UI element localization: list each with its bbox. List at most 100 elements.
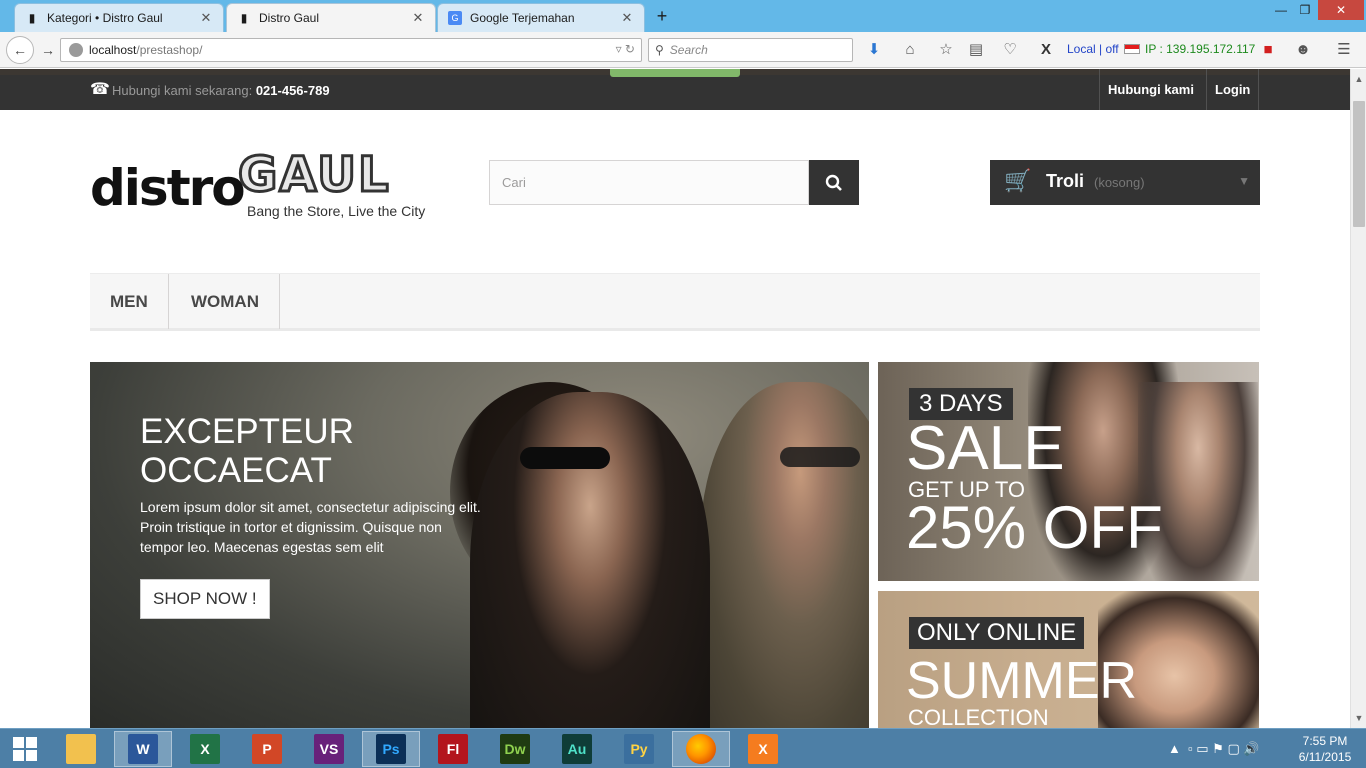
taskbar-file-explorer[interactable] xyxy=(52,731,110,767)
audition-icon: Au xyxy=(562,734,592,764)
google-translate-favicon-icon: G xyxy=(448,11,462,25)
taskbar-excel[interactable]: X xyxy=(176,731,234,767)
scroll-thumb[interactable] xyxy=(1353,101,1365,227)
powerpoint-icon: P xyxy=(252,734,282,764)
reload-icon[interactable]: ▿ ↻ xyxy=(616,42,635,56)
contact-us-link[interactable]: Hubungi kami xyxy=(1099,69,1202,110)
taskbar-visual-studio[interactable]: VS xyxy=(300,731,358,767)
logo-tagline: Bang the Store, Live the City xyxy=(247,203,426,219)
taskbar-audition[interactable]: Au xyxy=(548,731,606,767)
contact-prefix: Hubungi kami sekarang: xyxy=(112,83,253,98)
search-icon: ⚲ xyxy=(655,43,664,57)
web-page: ☎ Hubungi kami sekarang: 021-456-789 Hub… xyxy=(0,69,1350,728)
emoji-addon-icon[interactable]: ☻ xyxy=(1293,40,1313,60)
online-tag: ONLY ONLINE xyxy=(909,617,1085,649)
browser-tab-bar: ▮ Kategori • Distro Gaul ✕ ▮ Distro Gaul… xyxy=(0,0,1366,32)
sale-headline: SALE xyxy=(906,414,1065,483)
pdf-addon-icon[interactable]: ■ xyxy=(1258,40,1278,60)
flash-icon: Fl xyxy=(438,734,468,764)
forward-button[interactable]: → xyxy=(36,38,60,62)
page-scrollbar[interactable]: ▲ ▼ xyxy=(1350,69,1366,728)
ip-address: IP : 139.195.172.117 xyxy=(1145,42,1256,56)
summer-banner[interactable]: ONLY ONLINE SUMMER COLLECTION xyxy=(878,591,1259,728)
tab-label: Kategori • Distro Gaul xyxy=(47,11,163,25)
hero-sunglasses xyxy=(780,447,860,467)
top-banner-button-remnant[interactable] xyxy=(610,69,740,77)
system-tray-icons[interactable]: ▲ ▫ ▭ ⚑ ▢ 🔊 xyxy=(1168,741,1260,757)
search-input[interactable]: Cari xyxy=(489,160,809,205)
tab-label: Google Terjemahan xyxy=(470,11,575,25)
taskbar-flash[interactable]: Fl xyxy=(424,731,482,767)
taskbar-dreamweaver[interactable]: Dw xyxy=(486,731,544,767)
xmarks-icon[interactable]: X xyxy=(1036,40,1056,60)
taskbar-firefox[interactable] xyxy=(672,731,730,767)
summer-sub: COLLECTION xyxy=(908,705,1049,728)
menu-item-woman[interactable]: WOMAN xyxy=(171,274,280,329)
hero-title-line1: EXCEPTEUR xyxy=(140,412,354,451)
bookmark-star-icon[interactable]: ☆ xyxy=(936,40,956,60)
login-link[interactable]: Login xyxy=(1206,69,1260,110)
menu-item-men[interactable]: MEN xyxy=(90,274,169,329)
tab-google-terjemahan[interactable]: G Google Terjemahan ✕ xyxy=(437,3,645,32)
taskbar-photoshop[interactable]: Ps xyxy=(362,731,420,767)
contact-phone: 021-456-789 xyxy=(255,83,330,98)
clock-date: 6/11/2015 xyxy=(1298,750,1352,764)
logo-word-gaul: GAUL xyxy=(237,146,391,205)
start-button[interactable] xyxy=(0,729,50,768)
hero-title: EXCEPTEUR OCCAECAT xyxy=(140,412,354,490)
download-icon[interactable]: ⬇ xyxy=(864,40,884,60)
contact-strip: ☎ Hubungi kami sekarang: 021-456-789 Hub… xyxy=(0,69,1350,110)
site-logo[interactable]: distro GAUL Bang the Store, Live the Cit… xyxy=(90,146,440,229)
tab-kategori[interactable]: ▮ Kategori • Distro Gaul ✕ xyxy=(14,3,224,32)
globe-icon xyxy=(69,43,83,57)
tab-close-icon[interactable]: ✕ xyxy=(411,10,425,26)
browser-search-bar[interactable]: ⚲ Search xyxy=(648,38,853,62)
url-bar[interactable]: localhost/prestashop/ ▿ ↻ xyxy=(60,38,642,62)
folder-icon xyxy=(66,734,96,764)
new-tab-button[interactable]: + xyxy=(650,6,674,28)
hero-model-woman xyxy=(470,392,710,728)
xampp-icon: X xyxy=(748,734,778,764)
chevron-down-icon: ▼ xyxy=(1238,174,1250,188)
back-button[interactable]: ← xyxy=(6,36,34,64)
scroll-up-icon[interactable]: ▲ xyxy=(1351,71,1366,87)
hero-slide[interactable]: EXCEPTEUR OCCAECAT Lorem ipsum dolor sit… xyxy=(90,362,869,728)
logo-word-distro: distro xyxy=(90,159,246,217)
hero-sunglasses xyxy=(520,447,610,469)
bookmarks-list-icon[interactable]: ▤ xyxy=(966,40,986,60)
scroll-down-icon[interactable]: ▼ xyxy=(1351,710,1366,726)
home-icon[interactable]: ⌂ xyxy=(900,40,920,60)
minimize-window-button[interactable]: — xyxy=(1270,0,1292,20)
python-icon: Py xyxy=(624,734,654,764)
cart-block[interactable]: 🛒 Troli (kosong) ▼ xyxy=(990,160,1260,205)
menu-hamburger-icon[interactable]: ☰ xyxy=(1334,40,1354,60)
tab-distro-gaul[interactable]: ▮ Distro Gaul ✕ xyxy=(226,3,436,32)
firefox-icon xyxy=(686,734,716,764)
pocket-icon[interactable]: ♡ xyxy=(1000,40,1020,60)
prestashop-favicon-icon: ▮ xyxy=(240,11,248,25)
word-icon: W xyxy=(128,734,158,764)
taskbar-word[interactable]: W xyxy=(114,731,172,767)
prestashop-favicon-icon: ▮ xyxy=(28,11,36,25)
close-window-button[interactable]: ✕ xyxy=(1318,0,1364,20)
local-status[interactable]: Local | off xyxy=(1067,42,1119,56)
photoshop-icon: Ps xyxy=(376,734,406,764)
indonesia-flag-icon xyxy=(1124,44,1140,54)
search-button[interactable] xyxy=(809,160,859,205)
maximize-window-button[interactable]: ❐ xyxy=(1294,0,1316,20)
url-path: /prestashop/ xyxy=(136,43,203,57)
cart-icon: 🛒 xyxy=(1004,168,1032,193)
tab-close-icon[interactable]: ✕ xyxy=(620,10,634,26)
taskbar-python[interactable]: Py xyxy=(610,731,668,767)
shop-now-button[interactable]: SHOP NOW ! xyxy=(140,579,270,619)
tab-label: Distro Gaul xyxy=(259,11,320,25)
taskbar-xampp[interactable]: X xyxy=(734,731,792,767)
system-clock[interactable]: 7:55 PM 6/11/2015 xyxy=(1290,733,1360,765)
hero-title-line2: OCCAECAT xyxy=(140,451,332,490)
dreamweaver-icon: Dw xyxy=(500,734,530,764)
sale-banner[interactable]: 3 DAYS SALE GET UP TO 25% OFF xyxy=(878,362,1259,581)
main-menu: MEN WOMAN xyxy=(90,273,1260,331)
taskbar-powerpoint[interactable]: P xyxy=(238,731,296,767)
cart-state: (kosong) xyxy=(1094,175,1145,190)
tab-close-icon[interactable]: ✕ xyxy=(199,10,213,26)
